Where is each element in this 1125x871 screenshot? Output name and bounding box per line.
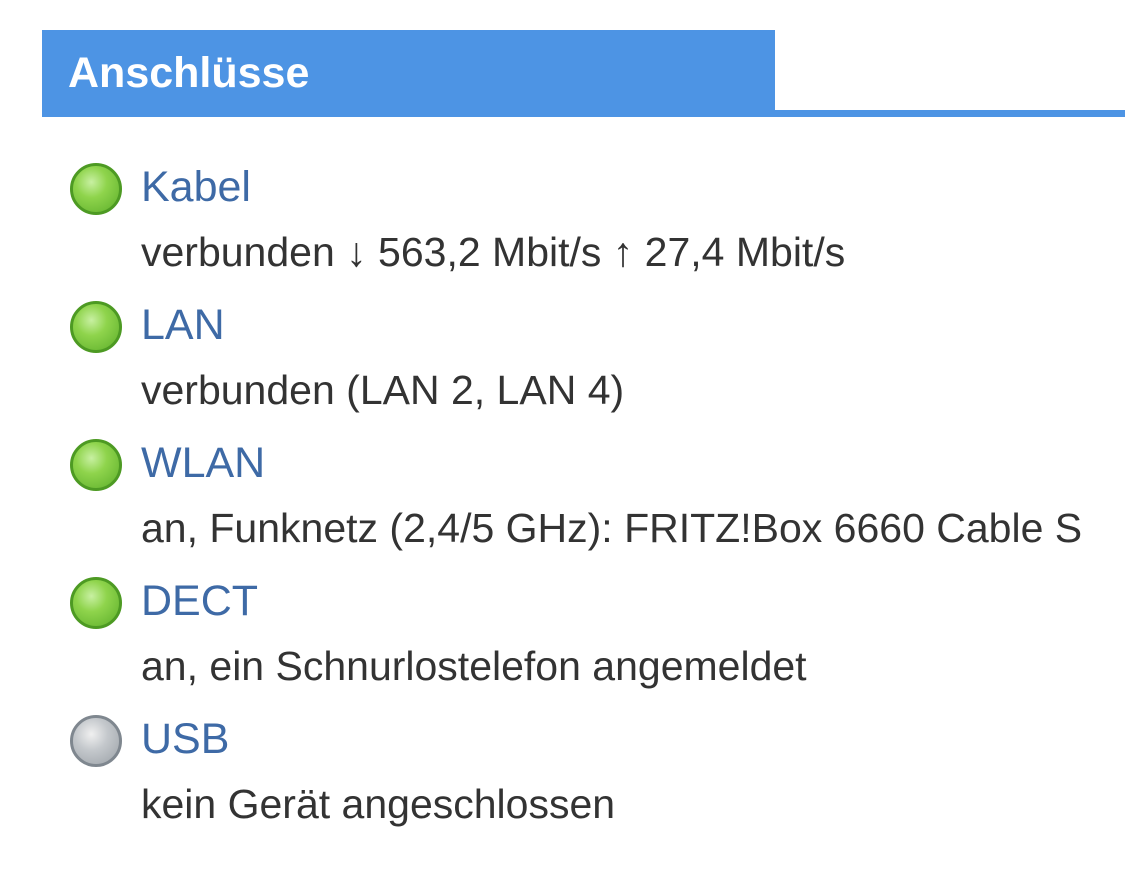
connection-cable: Kabel verbunden ↓ 563,2 Mbit/s ↑ 27,4 Mb… (0, 145, 1125, 283)
connection-link-lan[interactable]: LAN (141, 298, 225, 353)
connections-list: Kabel verbunden ↓ 563,2 Mbit/s ↑ 27,4 Mb… (0, 0, 1125, 871)
connection-link-dect[interactable]: DECT (141, 574, 258, 629)
connection-dect: DECT an, ein Schnurlostelefon angemeldet (0, 559, 1125, 697)
connection-status-wlan: an, Funknetz (2,4/5 GHz): FRITZ!Box 6660… (141, 505, 1083, 551)
connection-status-lan: verbunden (LAN 2, LAN 4) (141, 367, 625, 413)
green-led-icon (70, 439, 122, 491)
connection-lan: LAN verbunden (LAN 2, LAN 4) (0, 283, 1125, 421)
green-led-icon (70, 577, 122, 629)
connection-usb: USB kein Gerät angeschlossen (0, 697, 1125, 835)
connection-link-wlan[interactable]: WLAN (141, 436, 265, 491)
connection-status-usb: kein Gerät angeschlossen (141, 781, 616, 827)
connection-status-cable: verbunden ↓ 563,2 Mbit/s ↑ 27,4 Mbit/s (141, 229, 846, 275)
green-led-icon (70, 163, 122, 215)
connection-wlan: WLAN an, Funknetz (2,4/5 GHz): FRITZ!Box… (0, 421, 1125, 559)
connection-link-usb[interactable]: USB (141, 712, 229, 767)
connection-status-dect: an, ein Schnurlostelefon angemeldet (141, 643, 807, 689)
grey-led-icon (70, 715, 122, 767)
connection-link-cable[interactable]: Kabel (141, 160, 251, 215)
green-led-icon (70, 301, 122, 353)
